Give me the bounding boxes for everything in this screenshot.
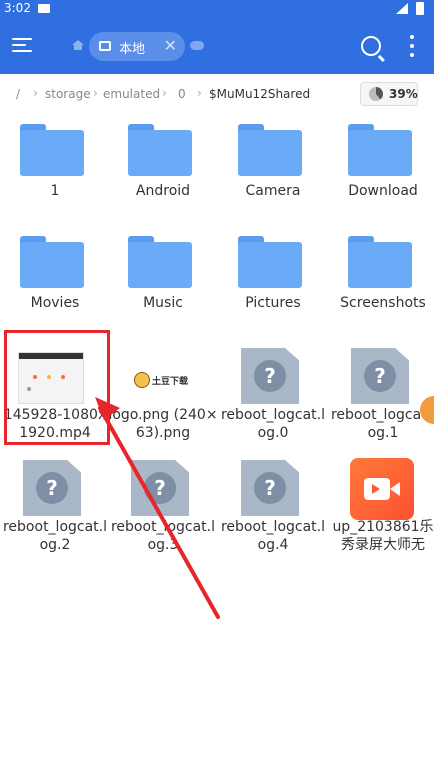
search-icon[interactable]	[361, 36, 381, 56]
file-item[interactable]: Download	[328, 118, 434, 230]
folder-icon	[20, 236, 84, 288]
breadcrumb: / › storage › emulated › 0 › $MuMu12Shar…	[0, 74, 434, 114]
folder-icon	[238, 236, 302, 288]
file-item[interactable]: up_2103861乐秀录屏大师无	[328, 454, 434, 566]
chevron-right-icon: ›	[93, 86, 98, 100]
battery-icon	[416, 2, 424, 15]
folder-icon	[128, 236, 192, 288]
folder-icon	[20, 124, 84, 176]
folder-icon	[238, 124, 302, 176]
app-bar: 本地 ✕	[0, 18, 434, 74]
file-item[interactable]: ? reboot_logcat.log.4	[218, 454, 328, 566]
file-item[interactable]: Movies	[0, 230, 110, 342]
file-item[interactable]: ? reboot_logcat.log.1	[328, 342, 434, 454]
file-item[interactable]: Music	[108, 230, 218, 342]
file-name: 1	[50, 183, 60, 199]
file-name: Android	[135, 183, 191, 199]
image-thumbnail: 土豆下载	[134, 372, 192, 388]
video-app-icon	[350, 458, 414, 520]
file-name: Music	[143, 295, 183, 311]
file-item[interactable]: 土豆下载 logo.png (240×63).png	[108, 342, 218, 454]
breadcrumb-item[interactable]: storage	[45, 87, 91, 101]
home-icon[interactable]	[72, 40, 84, 50]
status-time: 3:02	[4, 1, 31, 15]
file-name: up_2103861乐秀录屏大师无	[332, 519, 434, 553]
chevron-right-icon: ›	[33, 86, 38, 100]
file-item[interactable]: Screenshots	[328, 230, 434, 342]
unknown-file-icon: ?	[131, 460, 189, 516]
unknown-file-icon: ?	[241, 460, 299, 516]
breadcrumb-root[interactable]: /	[16, 87, 20, 101]
file-name: Camera	[245, 183, 301, 199]
highlight-box	[4, 330, 110, 445]
tab-local[interactable]: 本地 ✕	[89, 32, 185, 61]
file-name: Pictures	[245, 295, 301, 311]
folder-icon	[348, 236, 412, 288]
file-item[interactable]: ? reboot_logcat.log.2	[0, 454, 110, 566]
folder-icon	[348, 124, 412, 176]
cloud-icon[interactable]	[190, 41, 204, 50]
logo-text: 土豆下载	[152, 377, 189, 387]
storage-usage-badge[interactable]: 39%	[360, 82, 418, 106]
chevron-right-icon: ›	[197, 86, 202, 100]
tablet-icon	[99, 41, 111, 51]
file-name: reboot_logcat.log.3	[110, 519, 215, 553]
file-name: logo.png (240×63).png	[108, 407, 218, 441]
breadcrumb-item[interactable]: emulated	[103, 87, 160, 101]
storage-percent: 39%	[389, 87, 418, 101]
status-bar: 3:02	[0, 0, 434, 18]
file-item[interactable]: Android	[108, 118, 218, 230]
unknown-file-icon: ?	[23, 460, 81, 516]
breadcrumb-item[interactable]: 0	[178, 87, 186, 101]
file-item[interactable]: ? reboot_logcat.log.3	[108, 454, 218, 566]
chevron-right-icon: ›	[162, 86, 167, 100]
file-item[interactable]: ? reboot_logcat.log.0	[218, 342, 328, 454]
unknown-file-icon: ?	[241, 348, 299, 404]
more-options-icon[interactable]	[408, 35, 416, 57]
pie-chart-icon	[369, 87, 383, 101]
notification-icon	[38, 4, 50, 13]
file-item[interactable]: Pictures	[218, 230, 328, 342]
unknown-file-icon: ?	[351, 348, 409, 404]
file-name: Movies	[30, 295, 80, 311]
breadcrumb-current[interactable]: $MuMu12Shared	[209, 87, 310, 101]
file-name: reboot_logcat.log.0	[220, 407, 325, 441]
folder-icon	[128, 124, 192, 176]
file-name: Screenshots	[340, 295, 426, 311]
file-name: Download	[348, 183, 418, 199]
menu-icon[interactable]	[12, 34, 36, 56]
file-item[interactable]: 1	[0, 118, 110, 230]
file-name: reboot_logcat.log.1	[330, 407, 434, 441]
file-item[interactable]: Camera	[218, 118, 328, 230]
file-name: reboot_logcat.log.2	[2, 519, 107, 553]
file-name: reboot_logcat.log.4	[220, 519, 325, 553]
signal-icon	[396, 3, 408, 14]
close-icon[interactable]: ✕	[164, 36, 177, 55]
tab-label: 本地	[119, 42, 146, 57]
